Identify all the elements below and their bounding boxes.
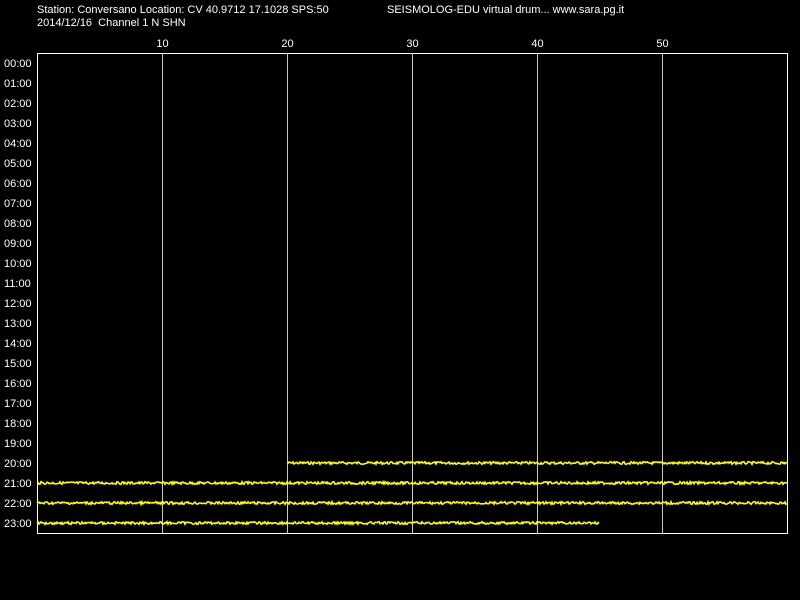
hour-label-1200: 12:00 bbox=[4, 298, 32, 310]
hour-label-2300: 23:00 bbox=[4, 518, 32, 530]
hour-label-1000: 10:00 bbox=[4, 258, 32, 270]
trace-2100 bbox=[36, 479, 788, 487]
hour-label-2000: 20:00 bbox=[4, 458, 32, 470]
hour-label-2200: 22:00 bbox=[4, 498, 32, 510]
hour-label-1600: 16:00 bbox=[4, 378, 32, 390]
x-tick-label-30: 30 bbox=[406, 38, 418, 50]
x-tick-label-10: 10 bbox=[156, 38, 168, 50]
hour-label-1300: 13:00 bbox=[4, 318, 32, 330]
hour-label-1400: 14:00 bbox=[4, 338, 32, 350]
hour-label-1800: 18:00 bbox=[4, 418, 32, 430]
x-tick-label-40: 40 bbox=[531, 38, 543, 50]
hour-label-0300: 03:00 bbox=[4, 118, 32, 130]
x-tick-label-50: 50 bbox=[656, 38, 668, 50]
seismogram-drum-plot: 10 20 30 40 50 00:00 01:00 02:00 03:00 04:00 05:00… bbox=[4, 38, 788, 534]
hour-label-1500: 15:00 bbox=[4, 358, 32, 370]
hour-label-0000: 00:00 bbox=[4, 58, 32, 70]
hour-label-0100: 01:00 bbox=[4, 78, 32, 90]
hour-label-1700: 17:00 bbox=[4, 398, 32, 410]
hour-label-1100: 11:00 bbox=[4, 278, 31, 290]
hour-label-0500: 05:00 bbox=[4, 158, 32, 170]
hour-label-1900: 19:00 bbox=[4, 438, 32, 450]
trace-2300 bbox=[36, 520, 600, 527]
hour-label-0800: 08:00 bbox=[4, 218, 32, 230]
hour-label-2100: 21:00 bbox=[4, 478, 32, 490]
hour-label-0600: 06:00 bbox=[4, 178, 32, 190]
hour-label-0900: 09:00 bbox=[4, 238, 32, 250]
hour-label-0700: 07:00 bbox=[4, 198, 32, 210]
hour-label-0400: 04:00 bbox=[4, 138, 32, 150]
hour-label-0200: 02:00 bbox=[4, 98, 32, 110]
x-tick-label-20: 20 bbox=[281, 38, 293, 50]
